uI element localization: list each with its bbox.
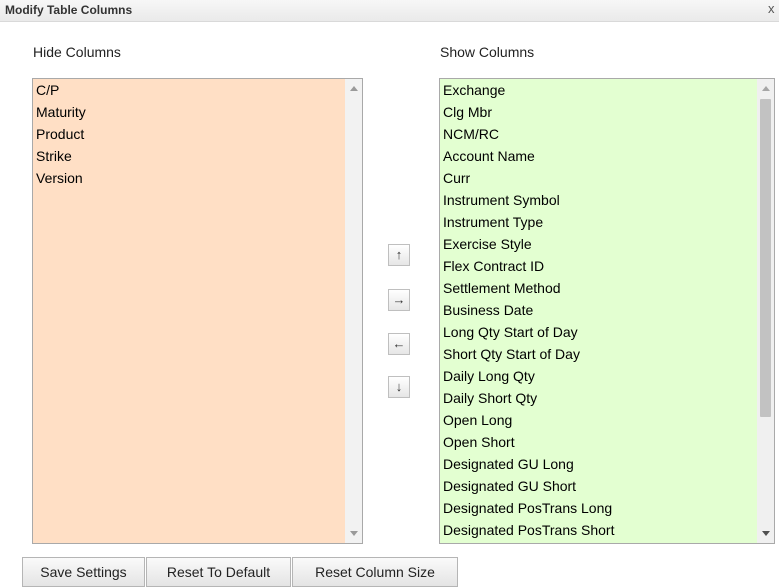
- list-item[interactable]: Exchange: [443, 79, 614, 101]
- move-to-hide-button[interactable]: ←: [388, 333, 410, 355]
- dialog-titlebar: Modify Table Columns x: [0, 0, 779, 22]
- show-columns-items: Exchange Clg Mbr NCM/RC Account Name Curr Ins…: [443, 79, 614, 541]
- close-icon[interactable]: x: [768, 1, 775, 16]
- list-item[interactable]: Designated GU Long: [443, 453, 614, 475]
- list-item[interactable]: Daily Long Qty: [443, 365, 614, 387]
- reset-to-default-button[interactable]: Reset To Default: [146, 557, 291, 587]
- list-item[interactable]: Version: [36, 167, 86, 189]
- hide-columns-scrollbar[interactable]: [345, 79, 362, 543]
- list-item[interactable]: Open Long: [443, 409, 614, 431]
- list-item[interactable]: Settlement Method: [443, 277, 614, 299]
- list-item[interactable]: Long Qty Start of Day: [443, 321, 614, 343]
- move-down-button[interactable]: ↓: [388, 376, 410, 398]
- scrollbar-thumb[interactable]: [760, 99, 771, 417]
- list-item[interactable]: Instrument Type: [443, 211, 614, 233]
- scroll-up-icon[interactable]: [762, 86, 770, 91]
- hide-columns-items: C/P Maturity Product Strike Version: [36, 79, 86, 189]
- list-item[interactable]: Account Name: [443, 145, 614, 167]
- scroll-down-icon[interactable]: [762, 531, 770, 536]
- hide-columns-listbox[interactable]: C/P Maturity Product Strike Version: [32, 78, 363, 544]
- list-item[interactable]: NCM/RC: [443, 123, 614, 145]
- save-settings-button[interactable]: Save Settings: [22, 557, 145, 587]
- list-item[interactable]: Maturity: [36, 101, 86, 123]
- move-to-show-button[interactable]: →: [388, 289, 410, 311]
- reset-column-size-button[interactable]: Reset Column Size: [292, 557, 458, 587]
- show-columns-label: Show Columns: [440, 44, 535, 60]
- show-columns-listbox[interactable]: Exchange Clg Mbr NCM/RC Account Name Curr Ins…: [439, 78, 775, 544]
- dialog-title: Modify Table Columns: [5, 3, 133, 17]
- list-item[interactable]: Instrument Symbol: [443, 189, 614, 211]
- list-item[interactable]: Designated PosTrans Long: [443, 497, 614, 519]
- list-item[interactable]: Daily Short Qty: [443, 387, 614, 409]
- list-item[interactable]: Designated GU Short: [443, 475, 614, 497]
- list-item[interactable]: Clg Mbr: [443, 101, 614, 123]
- list-item[interactable]: Exercise Style: [443, 233, 614, 255]
- list-item[interactable]: Product: [36, 123, 86, 145]
- list-item[interactable]: Designated PosTrans Short: [443, 519, 614, 541]
- list-item[interactable]: Curr: [443, 167, 614, 189]
- scroll-down-icon[interactable]: [350, 531, 358, 536]
- move-up-button[interactable]: ↑: [388, 244, 410, 266]
- list-item[interactable]: Short Qty Start of Day: [443, 343, 614, 365]
- show-columns-scrollbar[interactable]: [757, 79, 774, 543]
- list-item[interactable]: C/P: [36, 79, 86, 101]
- scroll-up-icon[interactable]: [350, 86, 358, 91]
- list-item[interactable]: Strike: [36, 145, 86, 167]
- hide-columns-label: Hide Columns: [33, 44, 121, 60]
- list-item[interactable]: Flex Contract ID: [443, 255, 614, 277]
- list-item[interactable]: Business Date: [443, 299, 614, 321]
- list-item[interactable]: Open Short: [443, 431, 614, 453]
